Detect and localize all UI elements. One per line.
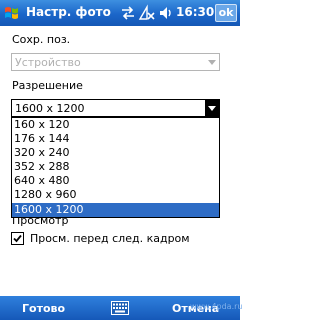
resolution-select[interactable]: 1600 x 1200	[11, 99, 220, 117]
chevron-down-icon	[205, 54, 219, 70]
dropdown-item[interactable]: 640 x 480	[12, 174, 219, 188]
volume-icon[interactable]	[158, 4, 174, 22]
watermark: www.4pda.ru	[190, 302, 243, 311]
connectivity-arrows-icon[interactable]	[120, 4, 136, 22]
save-location-value: Устройство	[15, 56, 81, 69]
save-location-label: Сохр. поз.	[12, 33, 71, 46]
clock[interactable]: 16:30	[176, 5, 214, 19]
checkmark-icon	[13, 234, 22, 243]
dropdown-item[interactable]: 160 x 120	[12, 118, 219, 132]
save-location-select[interactable]: Устройство	[11, 53, 220, 71]
dropdown-item[interactable]: 176 x 144	[12, 132, 219, 146]
chevron-down-icon[interactable]	[205, 100, 219, 116]
dropdown-item[interactable]: 352 x 288	[12, 160, 219, 174]
title-bar: Настр. фото 16:30 ok	[0, 0, 240, 26]
ok-button[interactable]: ok	[215, 4, 237, 22]
resolution-dropdown-list[interactable]: 160 x 120 176 x 144 320 x 240 352 x 288 …	[11, 117, 220, 218]
dropdown-item[interactable]: 1280 x 960	[12, 188, 219, 202]
dropdown-item-selected[interactable]: 1600 x 1200	[12, 202, 219, 217]
dropdown-item[interactable]: 320 x 240	[12, 146, 219, 160]
resolution-label: Разрешение	[12, 79, 83, 92]
signal-off-icon[interactable]	[138, 4, 156, 22]
preview-checkbox-label: Просм. перед след. кадром	[30, 232, 190, 245]
keyboard-icon[interactable]	[111, 301, 129, 315]
done-softkey[interactable]: Готово	[22, 302, 65, 315]
window-title: Настр. фото	[26, 5, 111, 19]
preview-checkbox[interactable]	[11, 232, 24, 245]
windows-flag-icon[interactable]	[2, 3, 22, 23]
resolution-value: 1600 x 1200	[15, 102, 85, 115]
